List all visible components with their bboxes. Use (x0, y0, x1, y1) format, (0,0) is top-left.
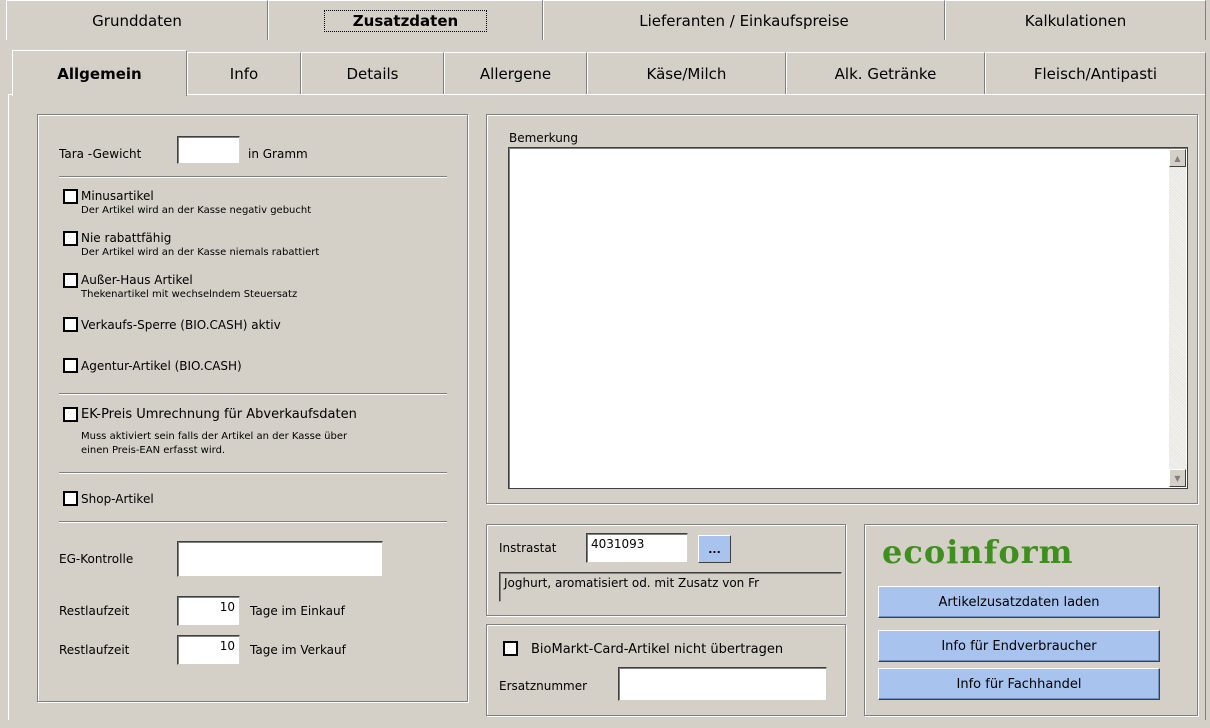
shop-artikel-checkbox[interactable] (63, 491, 78, 506)
minusartikel-checkbox[interactable] (63, 189, 78, 204)
tara-unit-label: in Gramm (248, 147, 308, 161)
eg-kontrolle-input[interactable] (177, 541, 383, 577)
agentur-artikel-label: Agentur-Artikel (BIO.CASH) (81, 359, 242, 373)
nie-rabattfaehig-label: Nie rabattfähig (81, 231, 172, 245)
ek-preis-umrechnung-checkbox[interactable] (63, 407, 78, 422)
separator (59, 472, 447, 474)
intrastat-label: Instrastat (499, 541, 557, 555)
verkaufs-sperre-label: Verkaufs-Sperre (BIO.CASH) aktiv (81, 318, 281, 332)
minusartikel-hint: Der Artikel wird an der Kasse negativ ge… (81, 205, 312, 216)
separator (59, 176, 447, 178)
nie-rabattfaehig-hint: Der Artikel wird an der Kasse niemals ra… (81, 247, 320, 258)
remarks-label: Bemerkung (509, 131, 579, 145)
subtab-details[interactable]: Details (301, 52, 444, 94)
scroll-up-icon[interactable]: ▲ (1169, 149, 1186, 167)
ersatznummer-input[interactable] (618, 667, 827, 701)
biomarkt-card-checkbox[interactable] (503, 641, 518, 656)
separator (59, 393, 447, 395)
restlaufzeit-einkauf-label: Restlaufzeit (59, 604, 130, 618)
subtab-alk-getraenke[interactable]: Alk. Getränke (786, 52, 985, 94)
ausser-haus-hint: Thekenartikel mit wechselndem Steuersatz (81, 289, 298, 300)
ek-preis-umrechnung-label: EK-Preis Umrechnung für Abverkaufsdaten (81, 407, 357, 422)
separator (59, 521, 447, 523)
subtab-kaese-milch[interactable]: Käse/Milch (587, 52, 786, 94)
tab-lieferanten-einkaufspreise[interactable]: Lieferanten / Einkaufspreise (543, 0, 945, 40)
eg-kontrolle-label: EG-Kontrolle (59, 552, 134, 566)
remarks-textarea[interactable]: ▲ ▼ (508, 147, 1188, 489)
tara-label: Tara -Gewicht (59, 147, 142, 161)
intrastat-input[interactable]: 4031093 (586, 533, 688, 563)
info-endverbraucher-button[interactable]: Info für Endverbraucher (878, 630, 1160, 662)
tab-page-top-border (8, 94, 1206, 96)
intrastat-description: Joghurt, aromatisiert od. mit Zusatz von… (499, 572, 842, 602)
article-window: Grunddaten Zusatzdaten Lieferanten / Ein… (0, 0, 1210, 728)
ek-preis-umrechnung-hint: Muss aktiviert sein falls der Artikel an… (81, 431, 348, 442)
subtab-info[interactable]: Info (187, 52, 301, 94)
ecoinform-logo: ecoinform (882, 533, 1074, 571)
intrastat-browse-button[interactable]: ... (698, 535, 731, 563)
info-fachhandel-button[interactable]: Info für Fachhandel (878, 668, 1160, 700)
ausser-haus-label: Außer-Haus Artikel (81, 273, 193, 287)
restlaufzeit-einkauf-unit: Tage im Einkauf (250, 604, 345, 618)
subtab-fleisch-antipasti[interactable]: Fleisch/Antipasti (985, 52, 1206, 94)
tab-kalkulationen[interactable]: Kalkulationen (945, 0, 1206, 40)
restlaufzeit-verkauf-unit: Tage im Verkauf (250, 643, 346, 657)
remarks-scrollbar[interactable]: ▲ ▼ (1169, 149, 1186, 487)
subtab-allgemein[interactable]: Allgemein (12, 50, 187, 96)
minusartikel-label: Minusartikel (81, 189, 154, 203)
nie-rabattfaehig-checkbox[interactable] (63, 231, 78, 246)
restlaufzeit-verkauf-label: Restlaufzeit (59, 643, 130, 657)
restlaufzeit-verkauf-input[interactable]: 10 (177, 635, 240, 665)
ersatznummer-label: Ersatznummer (499, 679, 588, 693)
ausser-haus-checkbox[interactable] (63, 273, 78, 288)
tab-grunddaten[interactable]: Grunddaten (6, 0, 268, 40)
ek-preis-umrechnung-hint-2: einen Preis-EAN erfasst wird. (81, 445, 226, 456)
artikelzusatzdaten-laden-button[interactable]: Artikelzusatzdaten laden (878, 586, 1160, 618)
scroll-down-icon[interactable]: ▼ (1169, 469, 1186, 487)
biomarkt-card-label: BioMarkt-Card-Artikel nicht übertragen (531, 642, 784, 657)
tab-page-left-border (8, 94, 9, 720)
shop-artikel-label: Shop-Artikel (81, 492, 154, 506)
agentur-artikel-checkbox[interactable] (63, 358, 78, 373)
subtab-allergene[interactable]: Allergene (444, 52, 587, 94)
restlaufzeit-einkauf-input[interactable]: 10 (177, 596, 240, 626)
verkaufs-sperre-checkbox[interactable] (63, 317, 78, 332)
tara-weight-input[interactable] (177, 136, 240, 164)
tab-page-right-border (1205, 94, 1206, 720)
tab-zusatzdaten[interactable]: Zusatzdaten (268, 0, 543, 40)
